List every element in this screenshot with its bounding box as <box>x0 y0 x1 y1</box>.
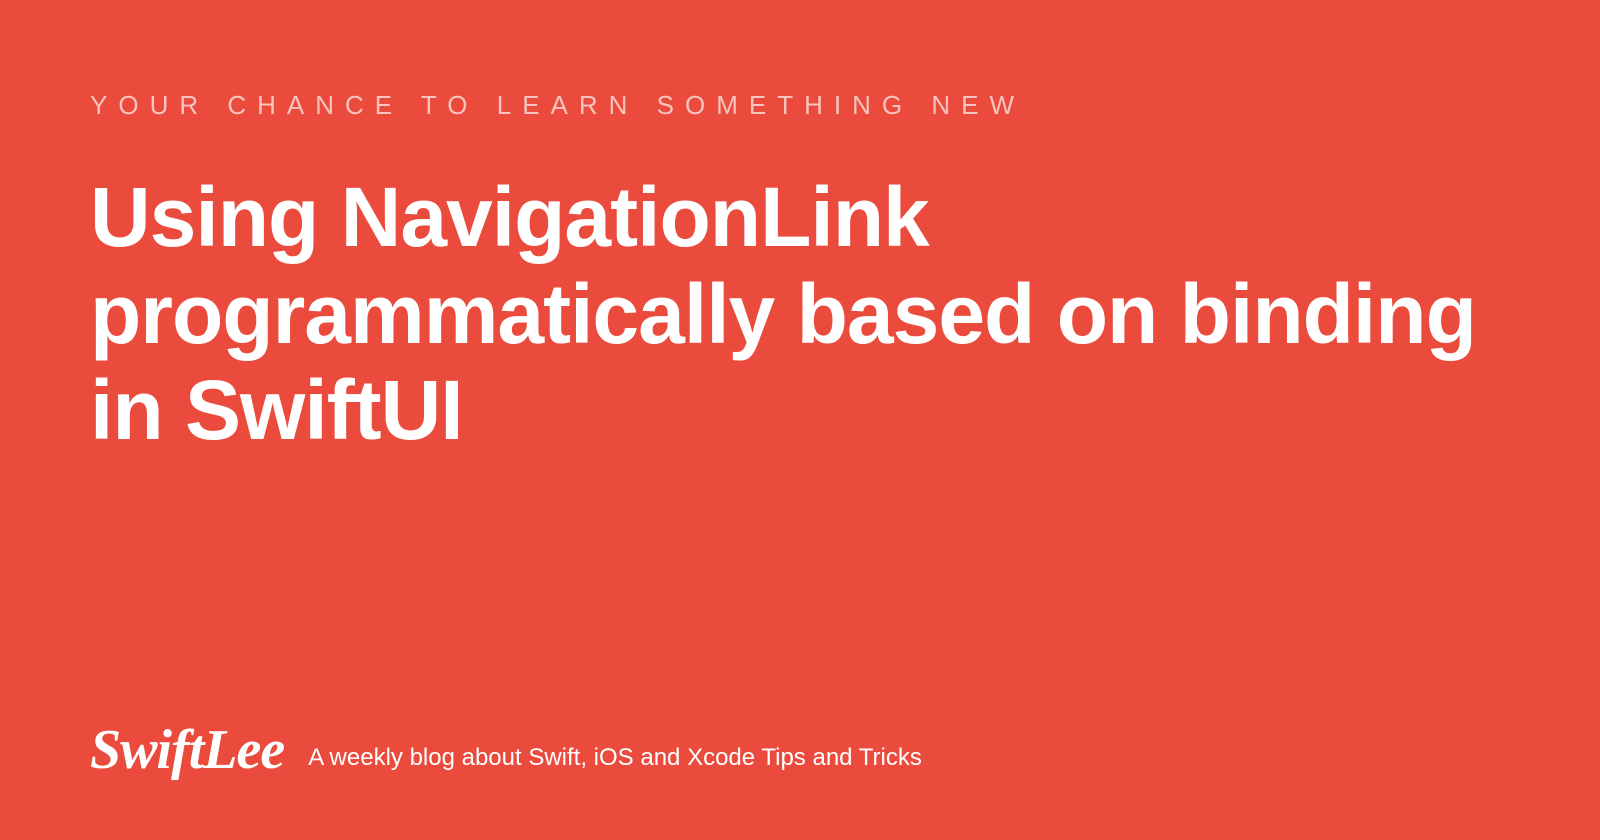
site-tagline: A weekly blog about Swift, iOS and Xcode… <box>308 744 922 782</box>
footer: SwiftLee A weekly blog about Swift, iOS … <box>90 722 922 782</box>
main-content: YOUR CHANCE TO LEARN SOMETHING NEW Using… <box>0 0 1600 459</box>
article-title: Using NavigationLink programmatically ba… <box>90 169 1510 459</box>
site-logo: SwiftLee <box>90 722 284 782</box>
eyebrow-text: YOUR CHANCE TO LEARN SOMETHING NEW <box>90 90 1510 121</box>
